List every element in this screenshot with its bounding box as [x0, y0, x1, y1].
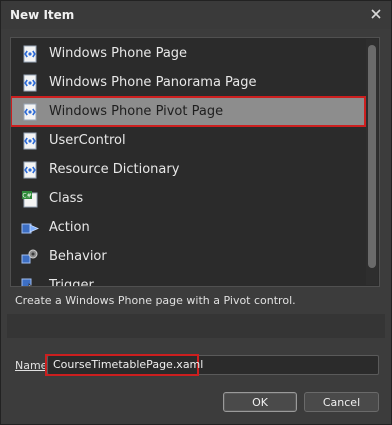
ok-button[interactable]: OK	[223, 392, 297, 412]
list-item-label: Resource Dictionary	[49, 162, 180, 177]
list-item-label: Class	[49, 191, 84, 206]
new-item-dialog: New Item Windows Phone Page Windows Phone…	[0, 0, 392, 425]
xaml-page-icon	[20, 102, 40, 122]
list-item-windows-phone-page[interactable]: Windows Phone Page	[11, 39, 365, 68]
list-item-label: Windows Phone Page	[49, 46, 188, 61]
list-scrollbar[interactable]	[366, 39, 378, 285]
item-template-list[interactable]: Windows Phone Page Windows Phone Panorama…	[10, 37, 380, 287]
xaml-page-icon	[20, 73, 40, 93]
name-input-value[interactable]: CourseTimetablePage.xaml	[45, 354, 203, 376]
xaml-page-icon	[20, 44, 40, 64]
close-icon	[371, 9, 381, 19]
list-item-label: Trigger	[49, 278, 94, 287]
list-item-windows-phone-panorama-page[interactable]: Windows Phone Panorama Page	[11, 68, 365, 97]
list-item-label: Action	[49, 220, 90, 235]
behavior-icon	[20, 247, 40, 267]
item-description: Create a Windows Phone page with a Pivot…	[15, 294, 296, 307]
dialog-title: New Item	[10, 8, 75, 22]
cancel-button[interactable]: Cancel	[304, 392, 379, 412]
name-label-text: Name	[15, 359, 48, 372]
list-item-label: Windows Phone Panorama Page	[49, 75, 257, 90]
svg-text:C#: C#	[22, 192, 31, 199]
list-item-action[interactable]: Action	[11, 213, 365, 242]
scrollbar-thumb[interactable]	[368, 45, 376, 268]
xaml-page-icon	[20, 131, 40, 151]
action-icon	[20, 218, 40, 238]
trigger-icon	[20, 276, 40, 286]
section-divider	[7, 314, 385, 338]
list-item-windows-phone-pivot-page[interactable]: Windows Phone Pivot Page	[11, 96, 366, 127]
item-list: Windows Phone Page Windows Phone Panorama…	[11, 39, 366, 287]
title-bar: New Item	[1, 1, 391, 29]
list-item-trigger[interactable]: Trigger	[11, 271, 365, 287]
list-item-usercontrol[interactable]: UserControl	[11, 126, 365, 155]
csharp-class-icon: C#	[20, 189, 40, 209]
list-item-label: Windows Phone Pivot Page	[49, 104, 224, 119]
list-item-label: UserControl	[49, 133, 126, 148]
close-button[interactable]	[366, 4, 386, 24]
list-item-label: Behavior	[49, 249, 107, 264]
name-label: Name	[15, 359, 47, 372]
xaml-page-icon	[20, 160, 40, 180]
list-item-behavior[interactable]: Behavior	[11, 242, 365, 271]
list-item-resource-dictionary[interactable]: Resource Dictionary	[11, 155, 365, 184]
list-item-class[interactable]: C# Class	[11, 184, 365, 213]
